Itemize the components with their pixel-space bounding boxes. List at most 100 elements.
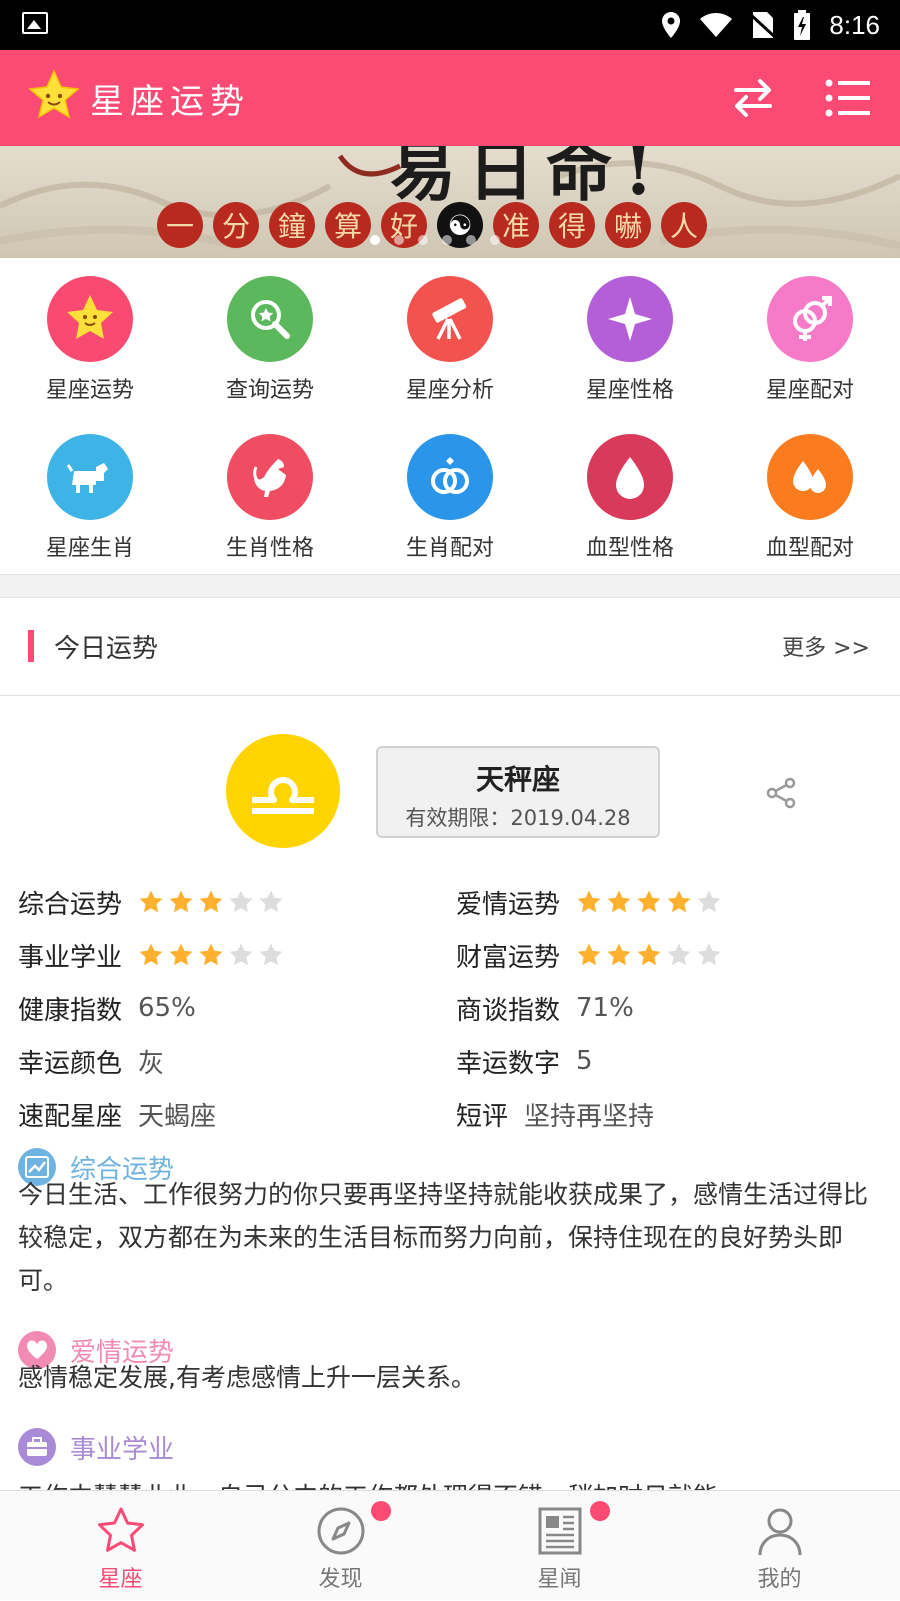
search-star-icon: [227, 276, 313, 362]
grid-item-label: 星座性格: [585, 378, 674, 403]
star-outline-icon: [95, 1505, 147, 1557]
wifi-icon: [700, 13, 733, 37]
grid-item[interactable]: 血型性格: [540, 416, 720, 566]
telescope-icon: [407, 276, 493, 362]
stat-label: 速配星座: [18, 1101, 123, 1132]
star-filled-icon: [637, 943, 661, 966]
star-filled-icon: [667, 890, 691, 913]
star-rating: [576, 942, 722, 968]
status-bar: 8:16: [0, 0, 900, 50]
rings-icon: [407, 434, 493, 520]
stat-wealth: 财富运势: [456, 935, 722, 975]
battery-icon: [794, 10, 811, 40]
libra-sign-icon[interactable]: [226, 734, 340, 848]
star-filled-icon: [169, 890, 193, 913]
banner-char: 鐘: [269, 202, 315, 248]
tab-label: 星闻: [537, 1567, 582, 1592]
no-sim-icon: [751, 12, 776, 39]
star-empty-icon: [259, 943, 283, 966]
star-filled-icon: [607, 890, 631, 913]
grid-item-label: 血型性格: [585, 536, 674, 561]
stat-label: 短评: [456, 1101, 509, 1132]
grid-item[interactable]: 星座分析: [360, 258, 540, 408]
grid-item-label: 血型配对: [765, 536, 854, 561]
grid-item[interactable]: 查询运势: [180, 258, 360, 408]
star-filled-icon: [199, 890, 223, 913]
banner-char: 嚇: [605, 202, 651, 248]
sign-info-box[interactable]: 天秤座 有效期限：2019.04.28: [376, 746, 660, 838]
grid-item[interactable]: 星座性格: [540, 258, 720, 408]
grid-item-label: 星座分析: [405, 378, 494, 403]
tab-discover[interactable]: 发现: [228, 1491, 453, 1601]
menu-icon[interactable]: [824, 76, 872, 120]
star-rating: [138, 889, 284, 915]
feature-grid: 星座运势 查询运势 星座分析 星座性格 星座配对星座生肖 生肖性格 生肖配对 血型性格 血型配对: [0, 258, 900, 574]
tab-mine[interactable]: 我的: [667, 1491, 892, 1601]
stat-match: 速配星座 天蝎座: [18, 1094, 216, 1134]
grid-item[interactable]: 生肖配对: [360, 416, 540, 566]
share-icon[interactable]: [764, 776, 798, 810]
carousel-dot: [418, 235, 428, 245]
grid-item[interactable]: 星座配对: [720, 258, 900, 408]
stat-label: 事业学业: [18, 942, 123, 973]
star-filled-icon: [139, 890, 163, 913]
banner-char: 得: [549, 202, 595, 248]
blood-drop-icon: [587, 434, 673, 520]
dog-icon: [47, 434, 133, 520]
gender-pair-icon: [767, 276, 853, 362]
carousel-dot: [394, 235, 404, 245]
stat-value: 坚持再坚持: [524, 1101, 655, 1132]
briefcase-icon: [18, 1428, 56, 1466]
star-rating: [138, 942, 284, 968]
compass-icon: [315, 1501, 391, 1557]
grid-item[interactable]: 血型配对: [720, 416, 900, 566]
tab-label: 发现: [318, 1567, 363, 1592]
grid-item[interactable]: 生肖性格: [180, 416, 360, 566]
banner-char: 分: [213, 202, 259, 248]
star-filled-icon: [199, 943, 223, 966]
notification-badge: [370, 1501, 391, 1521]
stat-overall: 综合运势: [18, 882, 284, 922]
grid-item-label: 星座运势: [45, 378, 134, 403]
stat-comment: 短评 坚持再坚持: [456, 1094, 654, 1134]
banner-char: 算: [325, 202, 371, 248]
person-icon: [754, 1505, 806, 1557]
stat-lucky-color: 幸运颜色 灰: [18, 1041, 164, 1081]
switch-icon[interactable]: [730, 76, 776, 120]
tab-star[interactable]: 星座: [8, 1491, 233, 1601]
stat-label: 幸运数字: [456, 1048, 561, 1079]
validity-date: 有效期限：2019.04.28: [405, 806, 631, 830]
stat-value: 71%: [576, 993, 634, 1023]
double-drop-icon: [767, 434, 853, 520]
section-divider: [0, 574, 900, 598]
star-filled-icon: [637, 890, 661, 913]
stat-value: 灰: [138, 1048, 165, 1079]
tab-news[interactable]: 星闻: [447, 1491, 672, 1601]
stat-health: 健康指数 65%: [18, 988, 196, 1028]
grid-item[interactable]: 星座运势: [0, 258, 180, 408]
section-title: 今日运势: [54, 634, 159, 664]
today-fortune-header: 今日运势 更多 >>: [0, 598, 900, 696]
banner-char: 一: [157, 202, 203, 248]
star-face-icon: [47, 276, 133, 362]
clock: 8:16: [829, 9, 880, 40]
star-empty-icon: [697, 890, 721, 913]
star-logo-icon: [28, 69, 80, 119]
star-filled-icon: [169, 943, 193, 966]
section-accent-bar: [28, 630, 34, 662]
career-fortune-heading: 事业学业: [18, 1427, 174, 1467]
stat-lucky-number: 幸运数字 5: [456, 1041, 593, 1081]
carousel-dot: [442, 235, 452, 245]
heading-label: 事业学业: [70, 1434, 175, 1465]
star-rating: [576, 889, 722, 915]
tab-label: 我的: [757, 1567, 802, 1592]
more-link[interactable]: 更多 >>: [782, 630, 870, 662]
overall-fortune-text: 今日生活、工作很努力的你只要再坚持坚持就能收获成果了，感情生活过得比较稳定，双方…: [18, 1180, 869, 1295]
star-filled-icon: [577, 890, 601, 913]
grid-item-label: 星座生肖: [45, 536, 134, 561]
app-bar: 星座运势: [0, 50, 900, 146]
grid-item-label: 星座配对: [765, 378, 854, 403]
banner-char: 人: [661, 202, 707, 248]
newspaper-icon: [534, 1501, 610, 1557]
grid-item[interactable]: 星座生肖: [0, 416, 180, 566]
